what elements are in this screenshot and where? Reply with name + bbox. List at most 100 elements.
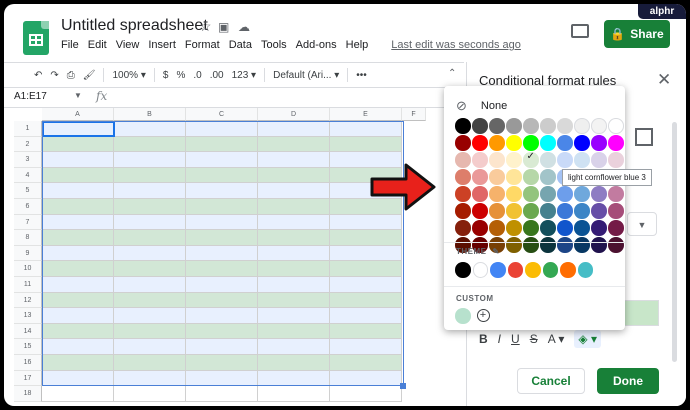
row-header[interactable]: 8 — [14, 230, 42, 246]
text-color-button[interactable]: A ▾ — [548, 332, 565, 346]
cell[interactable] — [114, 198, 186, 215]
color-swatch[interactable] — [472, 152, 488, 168]
cell[interactable] — [258, 292, 330, 309]
color-swatch[interactable] — [540, 169, 556, 185]
cell[interactable] — [330, 136, 402, 153]
cell[interactable] — [186, 121, 258, 137]
color-swatch[interactable] — [472, 203, 488, 219]
cell[interactable] — [258, 261, 330, 277]
cell[interactable] — [114, 136, 186, 153]
color-swatch[interactable] — [608, 203, 624, 219]
cell[interactable] — [330, 121, 402, 137]
custom-swatch[interactable] — [455, 308, 471, 324]
row-header[interactable]: 3 — [14, 152, 42, 168]
cell[interactable] — [186, 136, 258, 153]
cell[interactable] — [330, 386, 402, 402]
chevron-down-icon[interactable]: ▼ — [74, 91, 82, 100]
color-swatch[interactable] — [557, 237, 573, 253]
cell[interactable] — [330, 370, 402, 387]
color-swatch[interactable] — [506, 186, 522, 202]
cell[interactable] — [186, 276, 258, 293]
color-swatch[interactable] — [540, 186, 556, 202]
cell[interactable] — [114, 292, 186, 309]
cell[interactable] — [330, 245, 402, 262]
percent-button[interactable]: % — [176, 70, 185, 81]
color-swatch[interactable] — [455, 118, 471, 134]
cell[interactable] — [186, 198, 258, 215]
cell[interactable] — [42, 276, 114, 293]
cell[interactable] — [330, 230, 402, 246]
color-swatch[interactable] — [557, 203, 573, 219]
cell[interactable] — [258, 339, 330, 355]
theme-swatch[interactable] — [542, 262, 558, 278]
cell[interactable] — [42, 214, 114, 231]
cell[interactable] — [42, 339, 114, 355]
menu-insert[interactable]: Insert — [148, 39, 176, 51]
color-swatch[interactable] — [472, 220, 488, 236]
cell[interactable] — [114, 152, 186, 168]
cloud-status-icon[interactable]: ☁ — [238, 20, 250, 34]
color-swatch[interactable] — [574, 237, 590, 253]
cell[interactable] — [258, 136, 330, 153]
decrease-decimal-button[interactable]: .0 — [193, 70, 201, 81]
color-swatch[interactable] — [455, 152, 471, 168]
cell[interactable] — [114, 214, 186, 231]
column-header[interactable]: F — [402, 108, 426, 121]
color-swatch[interactable]: ✓ — [523, 151, 539, 168]
fill-handle[interactable] — [400, 383, 406, 389]
color-swatch[interactable] — [506, 135, 522, 151]
color-swatch[interactable] — [506, 220, 522, 236]
increase-decimal-button[interactable]: .00 — [210, 70, 224, 81]
cell[interactable] — [114, 167, 186, 184]
cell[interactable] — [258, 230, 330, 246]
none-option[interactable]: ⊘ None — [456, 98, 507, 114]
row-header[interactable]: 4 — [14, 167, 42, 184]
comment-history-icon[interactable] — [571, 24, 589, 38]
cell[interactable] — [42, 261, 114, 277]
color-swatch[interactable] — [455, 203, 471, 219]
color-swatch[interactable] — [557, 186, 573, 202]
color-swatch[interactable] — [557, 152, 573, 168]
cell[interactable] — [186, 183, 258, 199]
color-swatch[interactable] — [455, 135, 471, 151]
fill-color-button[interactable]: ◈ ▾ — [574, 330, 601, 348]
column-header[interactable]: B — [114, 108, 186, 121]
menu-file[interactable]: File — [61, 39, 79, 51]
color-swatch[interactable] — [523, 186, 539, 202]
cell[interactable] — [186, 323, 258, 340]
color-swatch[interactable] — [540, 135, 556, 151]
row-header[interactable]: 16 — [14, 354, 42, 371]
cell[interactable] — [330, 276, 402, 293]
cell[interactable] — [42, 198, 114, 215]
cell[interactable] — [186, 308, 258, 324]
row-header[interactable]: 1 — [14, 121, 42, 137]
cell[interactable] — [114, 354, 186, 371]
theme-swatch[interactable] — [577, 262, 593, 278]
sheets-logo-icon[interactable] — [23, 21, 49, 55]
color-swatch[interactable] — [523, 118, 539, 134]
done-button[interactable]: Done — [597, 368, 659, 394]
color-swatch[interactable] — [574, 220, 590, 236]
share-button[interactable]: 🔒 Share — [604, 20, 670, 48]
cell[interactable] — [42, 386, 114, 402]
cell[interactable] — [114, 323, 186, 340]
cell[interactable] — [330, 292, 402, 309]
color-swatch[interactable] — [523, 237, 539, 253]
color-swatch[interactable] — [489, 220, 505, 236]
cell[interactable] — [330, 308, 402, 324]
cell[interactable] — [258, 308, 330, 324]
color-swatch[interactable] — [506, 203, 522, 219]
cell[interactable] — [114, 308, 186, 324]
number-format-select[interactable]: 123 ▾ — [232, 70, 257, 81]
color-swatch[interactable] — [574, 118, 590, 134]
row-header[interactable]: 13 — [14, 308, 42, 324]
redo-icon[interactable]: ↷ — [50, 70, 58, 81]
row-header[interactable]: 6 — [14, 198, 42, 215]
row-header[interactable]: 14 — [14, 323, 42, 340]
cell[interactable] — [330, 214, 402, 231]
theme-swatch[interactable] — [507, 262, 523, 278]
color-swatch[interactable] — [472, 135, 488, 151]
color-swatch[interactable] — [489, 152, 505, 168]
color-swatch[interactable] — [523, 169, 539, 185]
color-swatch[interactable] — [591, 152, 607, 168]
